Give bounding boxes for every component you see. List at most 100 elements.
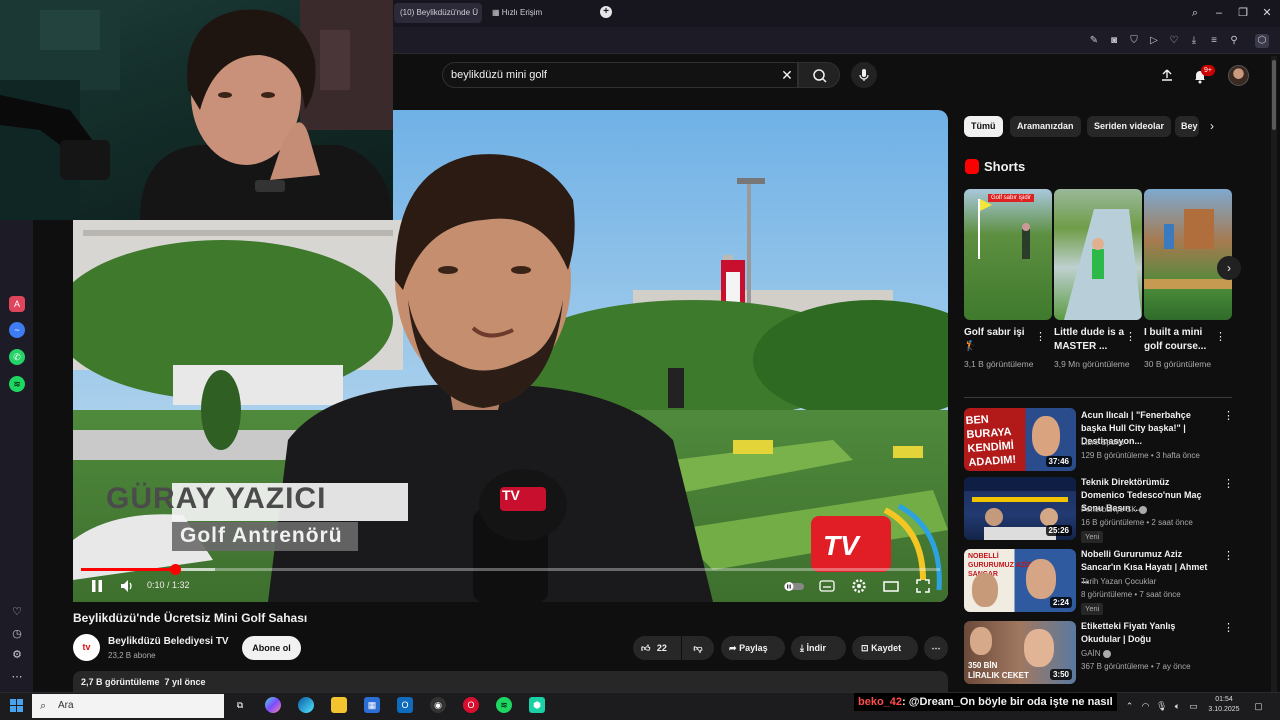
system-clock[interactable]: 01:54 3.10.2025 bbox=[1204, 695, 1244, 715]
search-input[interactable] bbox=[451, 62, 771, 88]
shield-icon[interactable]: ⛉ bbox=[1127, 34, 1141, 48]
video-duration: 3:50 bbox=[1049, 669, 1072, 680]
extension-icon[interactable]: ⬡ bbox=[1255, 34, 1269, 48]
profile-icon[interactable]: ⚲ bbox=[1227, 34, 1241, 48]
account-avatar[interactable] bbox=[1228, 65, 1249, 86]
favorites-heart-icon[interactable]: ♡ bbox=[10, 605, 24, 619]
network-icon[interactable]: ◠ bbox=[1140, 701, 1151, 712]
windows-start-icon[interactable] bbox=[10, 699, 23, 712]
theater-mode-button[interactable] bbox=[883, 578, 899, 594]
short-menu-icon[interactable]: ⋮ bbox=[1215, 330, 1226, 344]
short-thumbnail[interactable]: Golf sabır işidir bbox=[964, 189, 1052, 320]
download-icon[interactable]: ⤓ bbox=[1187, 34, 1201, 48]
settings-button[interactable] bbox=[851, 578, 867, 594]
page-scrollbar[interactable] bbox=[1271, 56, 1277, 692]
video-channel[interactable]: Tarih Yazan Çocuklar bbox=[1081, 577, 1156, 586]
short-title[interactable]: I built a mini golf course... bbox=[1144, 326, 1218, 356]
video-thumbnail[interactable]: 25:26 bbox=[964, 477, 1076, 540]
tab-quick-access[interactable]: ▦ Hızlı Erişim bbox=[486, 3, 596, 23]
progress-scrubber[interactable] bbox=[170, 564, 181, 575]
minimize-button[interactable]: – bbox=[1210, 5, 1228, 21]
video-title[interactable]: Etiketteki Fiyatı Yanlış Okudular | Doğu bbox=[1081, 620, 1215, 646]
edge-icon[interactable] bbox=[298, 697, 314, 713]
taskbar-search[interactable]: Ara bbox=[32, 694, 224, 718]
video-duration: 37:46 bbox=[1045, 456, 1072, 467]
copilot-icon[interactable] bbox=[265, 697, 281, 713]
battery-icon[interactable]: ▭ bbox=[1188, 701, 1199, 712]
tab-youtube[interactable]: (10) Beylikdüzü'nde Ü bbox=[394, 3, 482, 23]
video-menu-icon[interactable]: ⋮ bbox=[1223, 621, 1234, 635]
settings-icon[interactable]: ⚙ bbox=[10, 648, 24, 662]
download-button[interactable]: ⤓ İndir bbox=[791, 636, 846, 660]
microphone-icon[interactable]: 🎙︎ bbox=[1156, 701, 1167, 712]
microphone-button[interactable] bbox=[851, 62, 877, 88]
menu-icon[interactable]: ≡ bbox=[1207, 34, 1221, 48]
subtitles-button[interactable] bbox=[819, 578, 835, 594]
task-view-icon[interactable]: ⧉ bbox=[232, 697, 248, 713]
video-thumbnail[interactable]: BEN BURAYA KENDİMİ ADADIM! 37:46 bbox=[964, 408, 1076, 471]
more-icon[interactable]: ⋯ bbox=[10, 670, 24, 684]
chip-all[interactable]: Tümü bbox=[964, 116, 1003, 137]
notification-center-icon[interactable]: ▢ bbox=[1253, 701, 1264, 712]
aria-app-icon[interactable]: A bbox=[9, 296, 25, 312]
channel-avatar[interactable]: tv bbox=[73, 634, 100, 661]
short-thumbnail[interactable] bbox=[1144, 189, 1232, 320]
browser-sidebar bbox=[0, 220, 33, 692]
video-channel[interactable]: GAİN bbox=[1081, 649, 1111, 658]
shorts-next-button[interactable]: › bbox=[1217, 256, 1241, 280]
spotify-icon[interactable]: ≋ bbox=[9, 376, 25, 392]
video-menu-icon[interactable]: ⋮ bbox=[1223, 549, 1234, 563]
messenger-icon[interactable]: ~ bbox=[9, 322, 25, 338]
save-button[interactable]: ⊡ Kaydet bbox=[852, 636, 918, 660]
close-button[interactable]: ✕ bbox=[1258, 5, 1276, 21]
obs-icon[interactable]: ◉ bbox=[430, 697, 446, 713]
channel-name[interactable]: Beylikdüzü Belediyesi TV bbox=[108, 636, 229, 647]
file-explorer-icon[interactable] bbox=[331, 697, 347, 713]
short-title[interactable]: Little dude is a MASTER ... bbox=[1054, 326, 1128, 356]
dislike-button[interactable]: 👎︎ bbox=[682, 636, 714, 660]
app-icon[interactable]: ⬢ bbox=[529, 697, 545, 713]
play-icon[interactable]: ▷ bbox=[1147, 34, 1161, 48]
clear-search-icon[interactable]: ✕ bbox=[778, 66, 796, 84]
subscribe-button[interactable]: Abone ol bbox=[242, 636, 301, 660]
short-title[interactable]: Golf sabır işi 🏌 bbox=[964, 326, 1038, 356]
short-menu-icon[interactable]: ⋮ bbox=[1125, 330, 1136, 344]
volume-icon[interactable]: 🔈︎ bbox=[1172, 701, 1183, 712]
video-thumbnail[interactable]: 350 BİN LİRALIK CEKET 3:50 bbox=[964, 621, 1076, 684]
search-button[interactable] bbox=[798, 62, 840, 88]
tray-chevron-icon[interactable]: ⌃ bbox=[1124, 701, 1135, 712]
like-button[interactable]: 👍︎ 22 bbox=[633, 636, 681, 660]
short-menu-icon[interactable]: ⋮ bbox=[1035, 330, 1046, 344]
search-icon[interactable]: ⌕ bbox=[1186, 5, 1204, 21]
short-thumbnail[interactable] bbox=[1054, 189, 1142, 320]
video-thumbnail[interactable]: NOBELLİ GURURUMUZ AZİZ SANCAR 2:24 bbox=[964, 549, 1076, 612]
pause-button[interactable] bbox=[89, 578, 105, 594]
video-channel[interactable]: Fenerbahçe SK bbox=[1081, 505, 1147, 514]
history-clock-icon[interactable]: ◷ bbox=[10, 627, 24, 641]
heart-icon[interactable]: ♡ bbox=[1167, 34, 1181, 48]
maximize-button[interactable]: ❐ bbox=[1234, 5, 1252, 21]
video-menu-icon[interactable]: ⋮ bbox=[1223, 409, 1234, 423]
new-tab-button[interactable]: + bbox=[600, 6, 612, 18]
description-box[interactable]: 2,7 B görüntüleme 7 yıl önce bbox=[73, 671, 948, 692]
scrollbar-thumb[interactable] bbox=[1272, 60, 1276, 130]
more-actions-button[interactable]: ⋯ bbox=[924, 636, 948, 660]
outlook-icon[interactable]: O bbox=[397, 697, 413, 713]
chip-series[interactable]: Seriden videolar bbox=[1087, 116, 1172, 137]
volume-button[interactable] bbox=[119, 578, 135, 594]
fullscreen-button[interactable] bbox=[915, 578, 931, 594]
share-button[interactable]: ➦ Paylaş bbox=[721, 636, 785, 660]
opera-icon[interactable]: O bbox=[463, 697, 479, 713]
upload-icon[interactable] bbox=[1160, 68, 1174, 82]
spotify-icon[interactable]: ≋ bbox=[496, 697, 512, 713]
whatsapp-icon[interactable]: ✆ bbox=[9, 349, 25, 365]
chip-from-search[interactable]: Aramanızdan bbox=[1010, 116, 1081, 137]
chip-partial[interactable]: Bey bbox=[1175, 116, 1199, 137]
store-icon[interactable]: ▦ bbox=[364, 697, 380, 713]
autoplay-toggle[interactable] bbox=[783, 578, 804, 594]
edit-icon[interactable]: ✎ bbox=[1087, 34, 1101, 48]
video-channel[interactable]: Libre Sports bbox=[1081, 438, 1124, 447]
camera-icon[interactable]: ◙ bbox=[1107, 34, 1121, 48]
chevron-right-icon[interactable]: › bbox=[1210, 119, 1214, 133]
video-menu-icon[interactable]: ⋮ bbox=[1223, 477, 1234, 491]
